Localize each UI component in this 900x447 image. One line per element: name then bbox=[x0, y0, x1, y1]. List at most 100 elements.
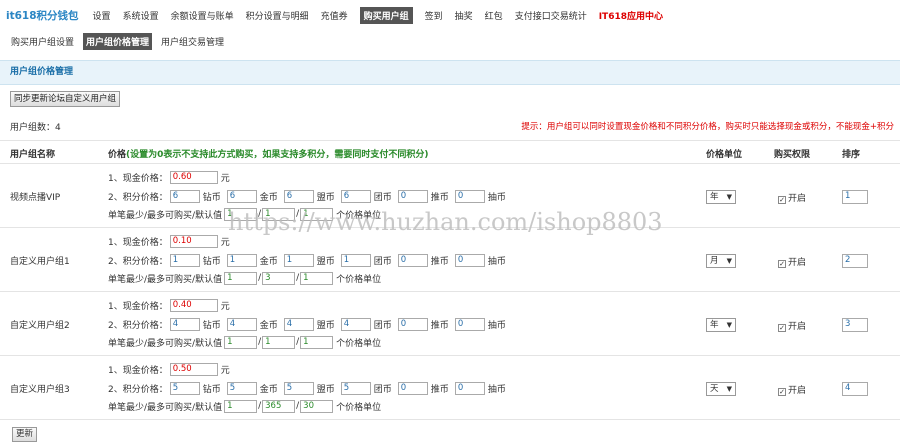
nav-item-buy-usergroup[interactable]: 购买用户组 bbox=[359, 6, 413, 24]
checkbox-icon[interactable]: ✓ bbox=[778, 196, 786, 204]
points-input[interactable]: 5 bbox=[226, 381, 257, 395]
points-input[interactable]: 4 bbox=[226, 317, 257, 331]
points-input[interactable]: 1 bbox=[340, 253, 371, 267]
currency-label: 团币 bbox=[373, 384, 392, 395]
currency-label: 盟币 bbox=[316, 192, 335, 203]
order-input[interactable]: 4 bbox=[842, 382, 868, 396]
currency-label: 抽币 bbox=[487, 384, 506, 395]
checkbox-icon[interactable]: ✓ bbox=[778, 260, 786, 268]
cash-price-input[interactable]: 0.10 bbox=[169, 234, 218, 248]
nav-item-lottery[interactable]: 抽奖 bbox=[455, 9, 473, 22]
max-input[interactable]: 3 bbox=[262, 271, 296, 285]
checkbox-icon[interactable]: ✓ bbox=[778, 324, 786, 332]
nav-item-redpacket[interactable]: 红包 bbox=[485, 9, 503, 22]
brand-title: it618积分钱包 bbox=[6, 9, 79, 22]
points-input[interactable]: 6 bbox=[169, 189, 200, 203]
points-input[interactable]: 0 bbox=[454, 317, 485, 331]
currency-label: 金币 bbox=[259, 192, 278, 203]
points-input[interactable]: 4 bbox=[283, 317, 314, 331]
limits-line: 单笔最少/最多可购买/默认值 1/3/1 个价格单位 bbox=[108, 271, 387, 285]
nav-item-balance[interactable]: 余额设置与账单 bbox=[171, 9, 234, 22]
currency-label: 团币 bbox=[373, 256, 392, 267]
points-input[interactable]: 1 bbox=[283, 253, 314, 267]
header-unit: 价格单位 bbox=[706, 150, 743, 160]
separator: / bbox=[258, 273, 262, 283]
perm-toggle[interactable]: ✓ 开启 bbox=[778, 255, 806, 268]
max-input[interactable]: 1 bbox=[262, 335, 296, 349]
points-input[interactable]: 5 bbox=[340, 381, 371, 395]
nav-item-app-center[interactable]: IT618应用中心 bbox=[599, 9, 663, 22]
cash-unit-label: 元 bbox=[220, 301, 230, 312]
nav-item-payment-stats[interactable]: 支付接口交易统计 bbox=[515, 9, 587, 22]
points-input[interactable]: 0 bbox=[397, 189, 428, 203]
points-input[interactable]: 0 bbox=[454, 189, 485, 203]
header-price-label: 价格 bbox=[108, 150, 127, 160]
points-input[interactable]: 4 bbox=[340, 317, 371, 331]
perm-toggle[interactable]: ✓ 开启 bbox=[778, 383, 806, 396]
perm-toggle[interactable]: ✓ 开启 bbox=[778, 319, 806, 332]
points-input[interactable]: 6 bbox=[226, 189, 257, 203]
price-unit-value: 月 bbox=[710, 256, 719, 266]
currency-label: 推币 bbox=[430, 384, 449, 395]
checkbox-icon[interactable]: ✓ bbox=[778, 388, 786, 396]
cash-price-input[interactable]: 0.40 bbox=[169, 298, 218, 312]
points-input[interactable]: 6 bbox=[283, 189, 314, 203]
points-input[interactable]: 6 bbox=[340, 189, 371, 203]
default-input[interactable]: 1 bbox=[300, 271, 334, 285]
cash-price-line: 1、现金价格： 0.40 元 bbox=[108, 298, 236, 312]
limits-label: 单笔最少/最多可购买/默认值 bbox=[108, 402, 223, 413]
min-input[interactable]: 1 bbox=[224, 335, 258, 349]
order-input[interactable]: 3 bbox=[842, 318, 868, 332]
order-input[interactable]: 1 bbox=[842, 190, 868, 204]
separator: / bbox=[296, 401, 300, 411]
nav-item-settings[interactable]: 设置 bbox=[93, 9, 111, 22]
min-input[interactable]: 1 bbox=[224, 399, 258, 413]
perm-label: 开启 bbox=[788, 194, 807, 204]
tab-transactions[interactable]: 用户组交易管理 bbox=[158, 33, 227, 50]
currency-label: 钻币 bbox=[202, 192, 221, 203]
perm-label: 开启 bbox=[788, 322, 807, 332]
points-input[interactable]: 0 bbox=[397, 253, 428, 267]
nav-item-system-settings[interactable]: 系统设置 bbox=[123, 9, 159, 22]
usergroup-name: 自定义用户组1 bbox=[10, 257, 70, 267]
points-input[interactable]: 1 bbox=[169, 253, 200, 267]
hint-text: 提示：用户组可以同时设置现金价格和不同积分价格，购买时只能选择现金或积分，不能现… bbox=[521, 122, 894, 132]
points-input[interactable]: 0 bbox=[397, 381, 428, 395]
limits-line: 单笔最少/最多可购买/默认值 1/1/1 个价格单位 bbox=[108, 335, 387, 349]
points-input[interactable]: 4 bbox=[169, 317, 200, 331]
cash-price-input[interactable]: 0.50 bbox=[169, 362, 218, 376]
currency-label: 抽币 bbox=[487, 320, 506, 331]
order-input[interactable]: 2 bbox=[842, 254, 868, 268]
nav-item-points[interactable]: 积分设置与明细 bbox=[246, 9, 309, 22]
perm-toggle[interactable]: ✓ 开启 bbox=[778, 191, 806, 204]
currency-label: 推币 bbox=[430, 256, 449, 267]
points-input[interactable]: 0 bbox=[397, 317, 428, 331]
default-input[interactable]: 30 bbox=[300, 399, 334, 413]
sync-usergroups-button[interactable]: 同步更新论坛自定义用户组 bbox=[10, 91, 121, 107]
cash-price-input[interactable]: 0.60 bbox=[169, 170, 218, 184]
points-input[interactable]: 1 bbox=[226, 253, 257, 267]
points-input[interactable]: 5 bbox=[169, 381, 200, 395]
points-input[interactable]: 0 bbox=[454, 381, 485, 395]
cash-price-line: 1、现金价格： 0.60 元 bbox=[108, 170, 236, 184]
price-unit-select[interactable]: 天 ▼ bbox=[706, 382, 736, 396]
points-input[interactable]: 5 bbox=[283, 381, 314, 395]
default-input[interactable]: 1 bbox=[300, 335, 334, 349]
price-unit-select[interactable]: 年 ▼ bbox=[706, 318, 736, 332]
price-unit-select[interactable]: 年 ▼ bbox=[706, 190, 736, 204]
price-unit-select[interactable]: 月 ▼ bbox=[706, 254, 736, 268]
header-price-note: (设置为0表示不支持此方式购买，如果支持多积分，需要同时支付不同积分) bbox=[126, 150, 429, 160]
max-input[interactable]: 365 bbox=[262, 399, 296, 413]
header-price: 价格(设置为0表示不支持此方式购买，如果支持多积分，需要同时支付不同积分) bbox=[108, 147, 429, 160]
currency-label: 盟币 bbox=[316, 320, 335, 331]
tab-price-management[interactable]: 用户组价格管理 bbox=[83, 32, 153, 50]
tab-buy-settings[interactable]: 购买用户组设置 bbox=[8, 33, 77, 50]
points-input[interactable]: 0 bbox=[454, 253, 485, 267]
nav-item-signin[interactable]: 签到 bbox=[425, 9, 443, 22]
nav-item-recharge[interactable]: 充值券 bbox=[321, 9, 348, 22]
update-button[interactable]: 更新 bbox=[12, 427, 38, 442]
chevron-down-icon: ▼ bbox=[726, 385, 732, 393]
usergroup-name: 视频点播VIP bbox=[10, 193, 61, 203]
min-input[interactable]: 1 bbox=[224, 271, 258, 285]
cash-price-line: 1、现金价格： 0.50 元 bbox=[108, 362, 236, 376]
